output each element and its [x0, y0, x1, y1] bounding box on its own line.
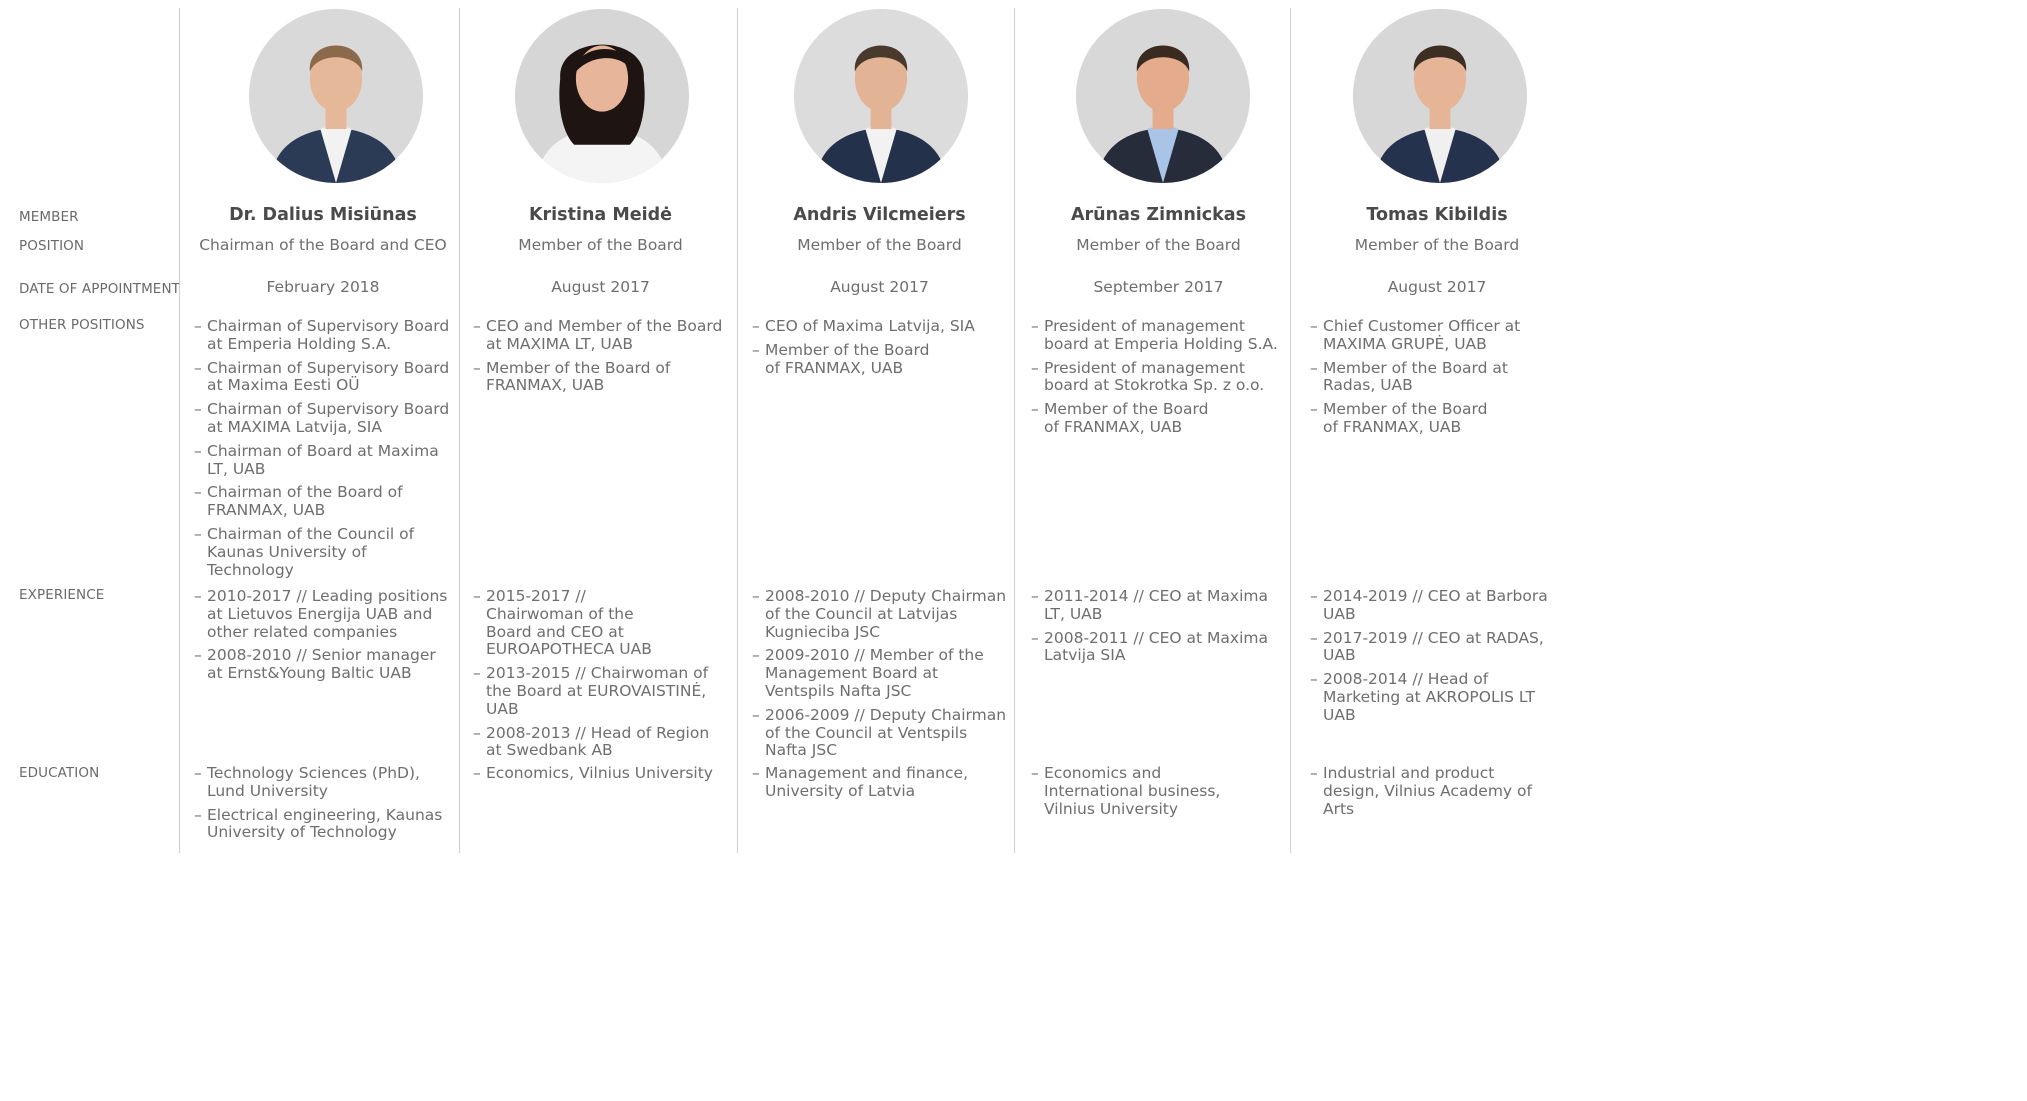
- list-item: 2006-2009 // Deputy Chairman of the Coun…: [752, 706, 1007, 760]
- member-photo: [515, 9, 689, 183]
- list-item: 2013-2015 // Chairwoman of the Board at …: [473, 664, 723, 718]
- row-label-position: POSITION: [19, 238, 85, 254]
- appointment-date: August 2017: [1387, 278, 1487, 296]
- list-item: Member of the Board of FRANMAX, UAB: [473, 359, 723, 396]
- list-item: Chairman of Supervisory Board at MAXIMA …: [194, 400, 452, 437]
- list-item: President of management board at Stokrot…: [1031, 359, 1281, 396]
- portrait-illustration: [1353, 9, 1527, 183]
- row-label-other-positions: OTHER POSITIONS: [19, 317, 145, 333]
- experience-list: 2014-2019 // CEO at Barbora UAB 2017-201…: [1310, 587, 1564, 731]
- other-positions-list: President of management board at Emperia…: [1031, 317, 1281, 443]
- list-item: Member of the Board of FRANMAX, UAB: [1031, 400, 1281, 437]
- list-item: Chairman of the Board of FRANMAX, UAB: [194, 484, 452, 520]
- list-item: 2008-2013 // Head of Region at Swedbank …: [473, 724, 723, 761]
- list-item: 2008-2014 // Head of Marketing at AKROPO…: [1310, 670, 1564, 724]
- list-item: 2014-2019 // CEO at Barbora UAB: [1310, 587, 1564, 624]
- experience-list: 2011-2014 // CEO at Maxima LT, UAB 2008-…: [1031, 587, 1276, 671]
- other-positions-list: Chief Customer Officer at MAXIMA GRUPĖ, …: [1310, 317, 1564, 443]
- portrait-illustration: [794, 9, 968, 183]
- member-name: Arūnas Zimnickas: [1070, 205, 1247, 225]
- portrait-illustration: [515, 9, 689, 183]
- experience-list: 2008-2010 // Deputy Chairman of the Coun…: [752, 587, 1007, 766]
- list-item: Economics and International business, Vi…: [1031, 764, 1281, 818]
- list-item: Member of the Board at Radas, UAB: [1310, 359, 1564, 396]
- member-position: Chairman of the Board and CEO: [199, 236, 447, 254]
- member-photo: [794, 9, 968, 183]
- list-item: CEO and Member of the Board at MAXIMA LT…: [473, 317, 723, 354]
- row-label-experience: EXPERIENCE: [19, 587, 105, 603]
- experience-list: 2010-2017 // Leading positions at Lietuv…: [194, 587, 452, 689]
- column-divider: [459, 8, 460, 853]
- member-name: Andris Vilcmeiers: [793, 205, 966, 225]
- member-column-misiunas: Dr. Dalius Misiūnas Chairman of the Boar…: [194, 0, 452, 855]
- member-name: Kristina Meidė: [528, 205, 672, 225]
- appointment-date: February 2018: [266, 278, 380, 296]
- column-divider: [737, 8, 738, 853]
- list-item: Electrical engineering, Kaunas Universit…: [194, 806, 452, 843]
- list-item: 2010-2017 // Leading positions at Lietuv…: [194, 587, 452, 641]
- member-position: Member of the Board: [1354, 236, 1520, 254]
- list-item: Member of the Board of FRANMAX, UAB: [1310, 400, 1564, 437]
- list-item: CEO of Maxima Latvija, SIA: [752, 317, 1002, 336]
- member-position: Member of the Board: [518, 236, 683, 254]
- row-label-education: EDUCATION: [19, 765, 100, 781]
- row-label-member: MEMBER: [19, 209, 79, 225]
- row-label-date: DATE OF APPOINTMENT: [19, 281, 180, 297]
- member-name: Tomas Kibildis: [1366, 205, 1508, 225]
- education-list: Economics and International business, Vi…: [1031, 764, 1281, 824]
- list-item: Economics, Vilnius University: [473, 764, 723, 783]
- member-photo: [1353, 9, 1527, 183]
- list-item: Chief Customer Officer at MAXIMA GRUPĖ, …: [1310, 317, 1564, 354]
- list-item: Chairman of Supervisory Board at Maxima …: [194, 359, 452, 396]
- appointment-date: September 2017: [1093, 278, 1224, 296]
- member-photo: [249, 9, 423, 183]
- other-positions-list: CEO of Maxima Latvija, SIA Member of the…: [752, 317, 1002, 383]
- list-item: 2009-2010 // Member of the Management Bo…: [752, 646, 1007, 700]
- list-item: Management and finance, University of La…: [752, 764, 1002, 801]
- column-divider: [1290, 8, 1291, 853]
- appointment-date: August 2017: [551, 278, 650, 296]
- member-position: Member of the Board: [1076, 236, 1241, 254]
- appointment-date: August 2017: [830, 278, 929, 296]
- list-item: Chairman of Board at Maxima LT, UAB: [194, 442, 452, 479]
- education-list: Industrial and product design, Vilnius A…: [1310, 764, 1555, 824]
- other-positions-list: CEO and Member of the Board at MAXIMA LT…: [473, 317, 723, 401]
- portrait-illustration: [249, 9, 423, 183]
- member-column-kibildis: Tomas Kibildis Member of the Board Augus…: [1310, 0, 1564, 855]
- member-photo: [1076, 9, 1250, 183]
- other-positions-list: Chairman of Supervisory Board at Emperia…: [194, 317, 452, 585]
- board-members-table: MEMBER POSITION DATE OF APPOINTMENT OTHE…: [0, 0, 1564, 855]
- education-list: Management and finance, University of La…: [752, 764, 1002, 807]
- column-divider: [1014, 8, 1015, 853]
- education-list: Economics, Vilnius University: [473, 764, 723, 789]
- list-item: 2008-2010 // Senior manager at Ernst&You…: [194, 647, 452, 683]
- list-item: Technology Sciences (PhD), Lund Universi…: [194, 764, 452, 801]
- list-item: Member of the Board of FRANMAX, UAB: [752, 341, 1002, 378]
- portrait-illustration: [1076, 9, 1250, 183]
- member-column-vilcmeiers: Andris Vilcmeiers Member of the Board Au…: [752, 0, 1007, 855]
- list-item: President of management board at Emperia…: [1031, 317, 1281, 354]
- experience-list: 2015-2017 // Chairwoman of the Board and…: [473, 587, 723, 766]
- member-position: Member of the Board: [797, 236, 962, 254]
- list-item: 2017-2019 // CEO at RADAS, UAB: [1310, 629, 1564, 666]
- member-column-zimnickas: Arūnas Zimnickas Member of the Board Sep…: [1031, 0, 1286, 855]
- list-item: Chairman of the Council of Kaunas Univer…: [194, 525, 452, 579]
- education-list: Technology Sciences (PhD), Lund Universi…: [194, 764, 452, 848]
- list-item: Chairman of Supervisory Board at Emperia…: [194, 317, 452, 354]
- list-item: 2008-2011 // CEO at Maxima Latvija SIA: [1031, 629, 1276, 666]
- list-item: Industrial and product design, Vilnius A…: [1310, 764, 1555, 818]
- list-item: 2008-2010 // Deputy Chairman of the Coun…: [752, 587, 1007, 641]
- column-divider: [179, 8, 180, 853]
- list-item: 2011-2014 // CEO at Maxima LT, UAB: [1031, 587, 1276, 624]
- member-column-meide: Kristina Meidė Member of the Board Augus…: [473, 0, 728, 855]
- member-name: Dr. Dalius Misiūnas: [229, 205, 417, 225]
- list-item: 2015-2017 // Chairwoman of the Board and…: [473, 587, 723, 659]
